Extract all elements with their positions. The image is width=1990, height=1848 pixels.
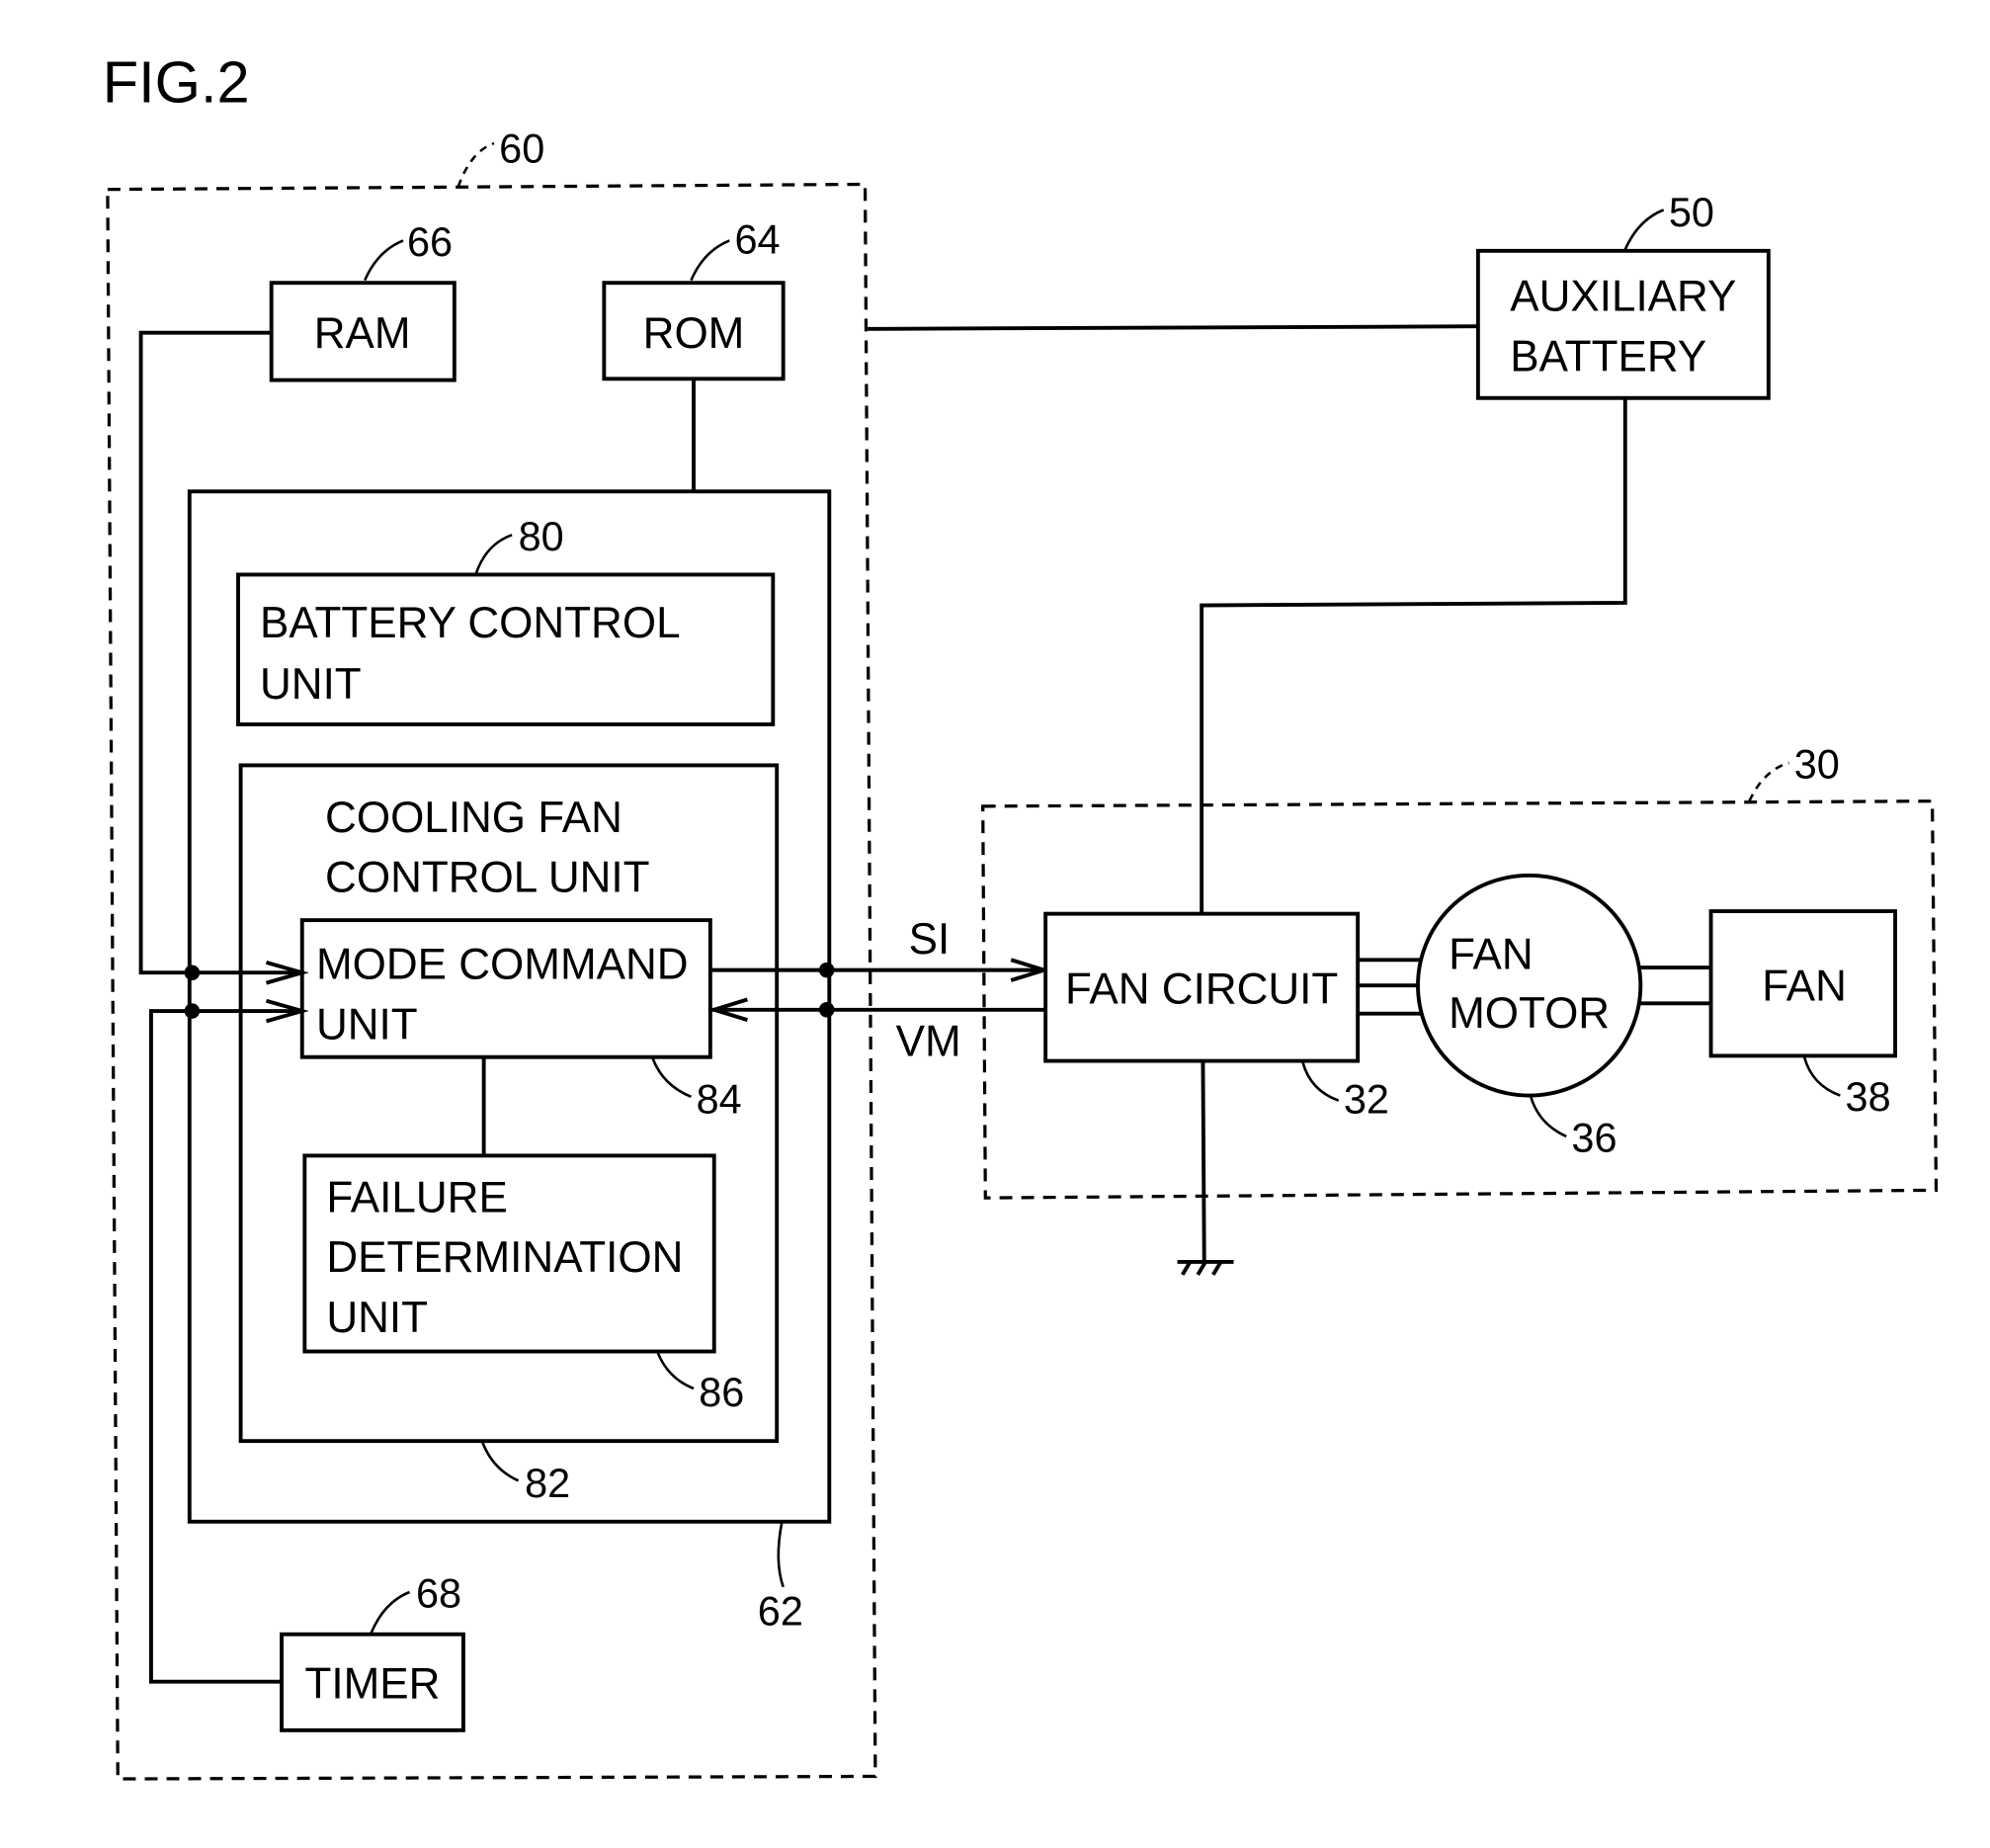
circuit-motor-wires bbox=[1358, 958, 1421, 1016]
mode-command-ref: 84 bbox=[697, 1076, 742, 1123]
controller-ref: 60 bbox=[499, 125, 544, 171]
ground-wire bbox=[1201, 1060, 1206, 1261]
mode-command-unit[interactable]: MODE COMMAND UNIT 84 bbox=[299, 918, 742, 1123]
timer-bus-wire bbox=[148, 1009, 302, 1684]
battery-control-ref: 80 bbox=[519, 513, 564, 559]
auxiliary-battery-line2: BATTERY bbox=[1510, 333, 1706, 381]
signal-lines: SI VM bbox=[707, 915, 1051, 1065]
rom-block[interactable]: ROM 64 bbox=[602, 215, 786, 381]
ram-leader bbox=[364, 239, 404, 282]
auxiliary-battery-line1: AUXILIARY bbox=[1510, 273, 1736, 321]
timer-leader bbox=[370, 1590, 411, 1634]
battery-control-line2: UNIT bbox=[260, 660, 362, 709]
cooling-fan-control-line2: CONTROL UNIT bbox=[325, 854, 649, 902]
block-diagram: FIG.2 60 RAM 66 ROM 64 62 BATTERY CONTRO… bbox=[103, 49, 1939, 1781]
fan-ref: 38 bbox=[1846, 1073, 1891, 1120]
failure-determination-leader bbox=[656, 1352, 695, 1390]
battery-to-controller-wire bbox=[868, 324, 1478, 331]
fan-motor-leader bbox=[1529, 1095, 1567, 1138]
cooling-fan-control-unit[interactable]: COOLING FAN CONTROL UNIT 82 bbox=[238, 763, 780, 1506]
battery-control-line1: BATTERY CONTROL bbox=[260, 599, 681, 647]
rom-leader bbox=[690, 239, 730, 282]
failure-determination-line1: FAILURE bbox=[326, 1173, 507, 1221]
fan-circuit-leader bbox=[1301, 1061, 1340, 1102]
mode-command-line1: MODE COMMAND bbox=[316, 941, 689, 989]
failure-determination-ref: 86 bbox=[699, 1369, 744, 1415]
cpu-ref: 62 bbox=[758, 1588, 803, 1635]
motor-fan-wires bbox=[1640, 966, 1711, 1006]
vm-label: VM bbox=[896, 1017, 961, 1065]
failure-determination-unit[interactable]: FAILURE DETERMINATION UNIT 86 bbox=[302, 1153, 744, 1415]
rom-label: ROM bbox=[643, 309, 745, 358]
cooling-fan-control-leader bbox=[481, 1442, 520, 1482]
ground-icon bbox=[1177, 1259, 1234, 1276]
ram-label: RAM bbox=[314, 309, 411, 358]
fan-block[interactable]: FAN 38 bbox=[1640, 909, 1897, 1120]
junction-dot bbox=[184, 965, 201, 980]
battery-control-unit[interactable]: BATTERY CONTROL UNIT 80 bbox=[236, 513, 776, 726]
fan-motor-block[interactable]: FAN MOTOR 36 bbox=[1358, 873, 1643, 1161]
ram-ref: 66 bbox=[407, 218, 453, 265]
mode-command-line2: UNIT bbox=[316, 1001, 418, 1050]
fan-leader bbox=[1802, 1056, 1841, 1097]
cooling-fan-control-ref: 82 bbox=[525, 1460, 570, 1506]
fan-motor-ref: 36 bbox=[1571, 1115, 1617, 1161]
fan-circuit-block[interactable]: FAN CIRCUIT 32 bbox=[1043, 911, 1389, 1276]
junction-dot bbox=[184, 1003, 201, 1019]
battery-to-fan-circuit-wire bbox=[1200, 397, 1627, 914]
figure-title: FIG.2 bbox=[103, 49, 250, 116]
timer-ref: 68 bbox=[416, 1570, 461, 1617]
rom-ref: 64 bbox=[734, 215, 780, 262]
timer-block[interactable]: TIMER 68 bbox=[280, 1570, 465, 1732]
fan-unit-leader bbox=[1748, 761, 1789, 802]
battery-control-leader bbox=[474, 534, 513, 574]
mode-command-leader bbox=[651, 1057, 692, 1099]
fan-unit-ref: 30 bbox=[1794, 740, 1840, 787]
fan-label: FAN bbox=[1762, 963, 1847, 1011]
fan-circuit-label: FAN CIRCUIT bbox=[1065, 965, 1338, 1013]
ram-block[interactable]: RAM 66 bbox=[269, 218, 456, 382]
si-label: SI bbox=[909, 915, 951, 964]
failure-determination-line2: DETERMINATION bbox=[326, 1233, 683, 1282]
auxiliary-battery-leader bbox=[1623, 209, 1665, 251]
fan-motor-line1: FAN bbox=[1449, 930, 1534, 978]
failure-determination-line3: UNIT bbox=[326, 1294, 428, 1342]
fan-motor-line2: MOTOR bbox=[1449, 989, 1610, 1038]
cpu-leader bbox=[777, 1521, 785, 1588]
fan-motor-circle[interactable] bbox=[1416, 873, 1643, 1098]
cooling-fan-control-line1: COOLING FAN bbox=[325, 794, 622, 842]
controller-leader bbox=[456, 141, 495, 188]
fan-circuit-ref: 32 bbox=[1344, 1076, 1389, 1123]
auxiliary-battery-ref: 50 bbox=[1669, 189, 1714, 235]
timer-label: TIMER bbox=[305, 1659, 441, 1708]
